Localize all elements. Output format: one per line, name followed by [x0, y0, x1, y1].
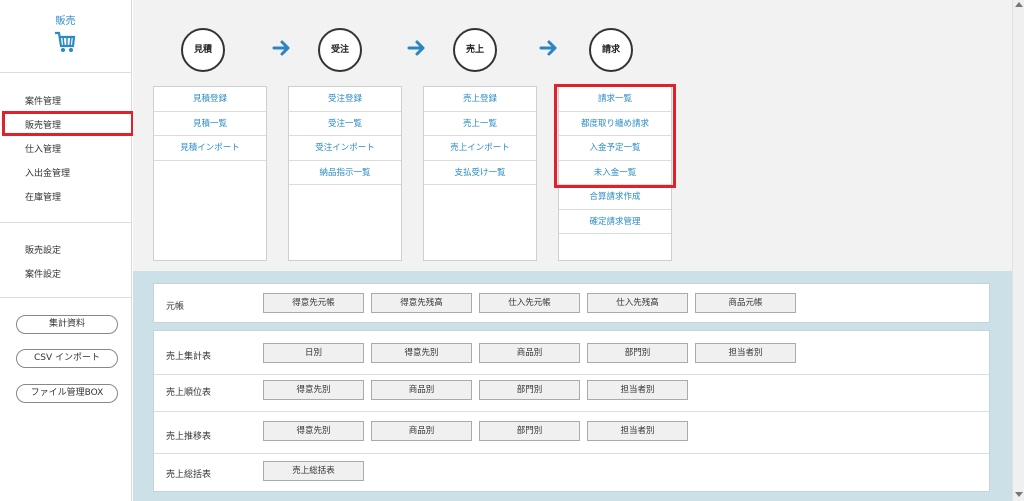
- highlight-sales-management: [2, 111, 134, 136]
- report-label: 売上集計表: [166, 352, 212, 362]
- order-menu: 受注登録 受注一覧 受注インポート 納品指示一覧: [288, 86, 402, 261]
- shopping-cart-icon: [55, 31, 76, 52]
- vertical-scrollbar[interactable]: [1012, 0, 1024, 501]
- report-group-sales: 売上集計表 日別 得意先別 商品別 部門別 担当者別 売上順位表 得意先別 商品…: [153, 330, 990, 492]
- report-button[interactable]: 仕入先元帳: [479, 293, 580, 313]
- invoice-list-link[interactable]: 請求一覧: [559, 87, 671, 112]
- row-divider: [154, 453, 989, 454]
- report-row-ledger: 元帳 得意先元帳 得意先残高 仕入先元帳 仕入先残高 商品元帳: [153, 283, 990, 323]
- nav-case-management[interactable]: 案件管理: [25, 94, 61, 107]
- report-label: 売上順位表: [166, 388, 212, 398]
- arrow-right-icon: [272, 40, 290, 56]
- nav-cashflow-management[interactable]: 入出金管理: [25, 166, 70, 179]
- nav-sales-settings[interactable]: 販売設定: [25, 243, 61, 256]
- step-estimate: 見積: [181, 28, 225, 72]
- invoice-menu: 請求一覧 都度取り纏め請求 入金予定一覧 未入金一覧 合算請求作成 確定請求管理: [558, 86, 672, 261]
- report-button[interactable]: 担当者別: [587, 421, 688, 441]
- per-transaction-invoice-link[interactable]: 都度取り纏め請求: [559, 112, 671, 136]
- report-button[interactable]: 商品別: [371, 380, 472, 400]
- report-label: 売上推移表: [166, 432, 212, 442]
- brand[interactable]: 販売: [0, 0, 131, 72]
- estimate-menu: 見積登録 見積一覧 見積インポート: [153, 86, 267, 261]
- combined-invoice-create-link[interactable]: 合算請求作成: [559, 185, 671, 210]
- step-sales: 売上: [453, 28, 497, 72]
- scroll-down-icon[interactable]: [1015, 492, 1023, 497]
- report-button[interactable]: 得意先別: [263, 380, 364, 400]
- row-divider: [154, 374, 989, 375]
- payment-received-list-link[interactable]: 支払受け一覧: [424, 161, 536, 185]
- report-button[interactable]: 商品元帳: [695, 293, 796, 313]
- report-button[interactable]: 商品別: [371, 421, 472, 441]
- report-button[interactable]: 部門別: [587, 343, 688, 363]
- report-button[interactable]: 得意先別: [263, 421, 364, 441]
- report-button[interactable]: 担当者別: [695, 343, 796, 363]
- report-button[interactable]: 日別: [263, 343, 364, 363]
- sales-list-link[interactable]: 売上一覧: [424, 112, 536, 136]
- report-button[interactable]: 得意先残高: [371, 293, 472, 313]
- estimate-list-link[interactable]: 見積一覧: [154, 112, 266, 136]
- brand-label: 販売: [55, 16, 76, 27]
- order-list-link[interactable]: 受注一覧: [289, 112, 401, 136]
- csv-import-button[interactable]: CSV インポート: [16, 349, 118, 368]
- nav-inventory-management[interactable]: 在庫管理: [25, 190, 61, 203]
- nav-case-settings[interactable]: 案件設定: [25, 267, 61, 280]
- nav-sales-management[interactable]: 販売管理: [25, 118, 61, 131]
- arrow-right-icon: [407, 40, 425, 56]
- confirmed-invoice-management-link[interactable]: 確定請求管理: [559, 210, 671, 234]
- file-box-button[interactable]: ファイル管理BOX: [16, 384, 118, 403]
- scheduled-payment-list-link[interactable]: 入金予定一覧: [559, 136, 671, 161]
- sidebar-divider: [0, 297, 131, 298]
- report-button[interactable]: 仕入先残高: [587, 293, 688, 313]
- arrow-right-icon: [539, 40, 557, 56]
- summary-docs-button[interactable]: 集計資料: [16, 315, 118, 334]
- report-button[interactable]: 部門別: [479, 421, 580, 441]
- reports-panel: 元帳 得意先元帳 得意先残高 仕入先元帳 仕入先残高 商品元帳 売上集計表 日別…: [133, 271, 1012, 501]
- sales-register-link[interactable]: 売上登録: [424, 87, 536, 112]
- report-label: 元帳: [166, 302, 185, 312]
- row-divider: [154, 411, 989, 412]
- unpaid-list-link[interactable]: 未入金一覧: [559, 161, 671, 185]
- report-label: 売上総括表: [166, 470, 212, 480]
- report-button[interactable]: 得意先元帳: [263, 293, 364, 313]
- scroll-up-icon[interactable]: [1015, 2, 1023, 7]
- sales-import-link[interactable]: 売上インポート: [424, 136, 536, 161]
- step-invoice: 請求: [589, 28, 633, 72]
- report-button[interactable]: 商品別: [479, 343, 580, 363]
- order-register-link[interactable]: 受注登録: [289, 87, 401, 112]
- sidebar-divider: [0, 222, 131, 223]
- report-button[interactable]: 売上総括表: [263, 461, 364, 481]
- order-import-link[interactable]: 受注インポート: [289, 136, 401, 161]
- estimate-register-link[interactable]: 見積登録: [154, 87, 266, 112]
- sidebar: 販売 案件管理 販売管理 仕入管理 入出金管理 在庫管理 販売設定 案件設定 集…: [0, 0, 134, 501]
- sales-menu: 売上登録 売上一覧 売上インポート 支払受け一覧: [423, 86, 537, 261]
- estimate-import-link[interactable]: 見積インポート: [154, 136, 266, 161]
- report-button[interactable]: 担当者別: [587, 380, 688, 400]
- delivery-instruction-list-link[interactable]: 納品指示一覧: [289, 161, 401, 185]
- report-button[interactable]: 得意先別: [371, 343, 472, 363]
- step-order: 受注: [318, 28, 362, 72]
- report-button[interactable]: 部門別: [479, 380, 580, 400]
- nav-purchase-management[interactable]: 仕入管理: [25, 142, 61, 155]
- sidebar-divider: [0, 72, 131, 73]
- main-content: 見積 受注 売上 請求 見積登録 見積一覧 見積インポート 受注登録 受注一覧 …: [133, 0, 1012, 501]
